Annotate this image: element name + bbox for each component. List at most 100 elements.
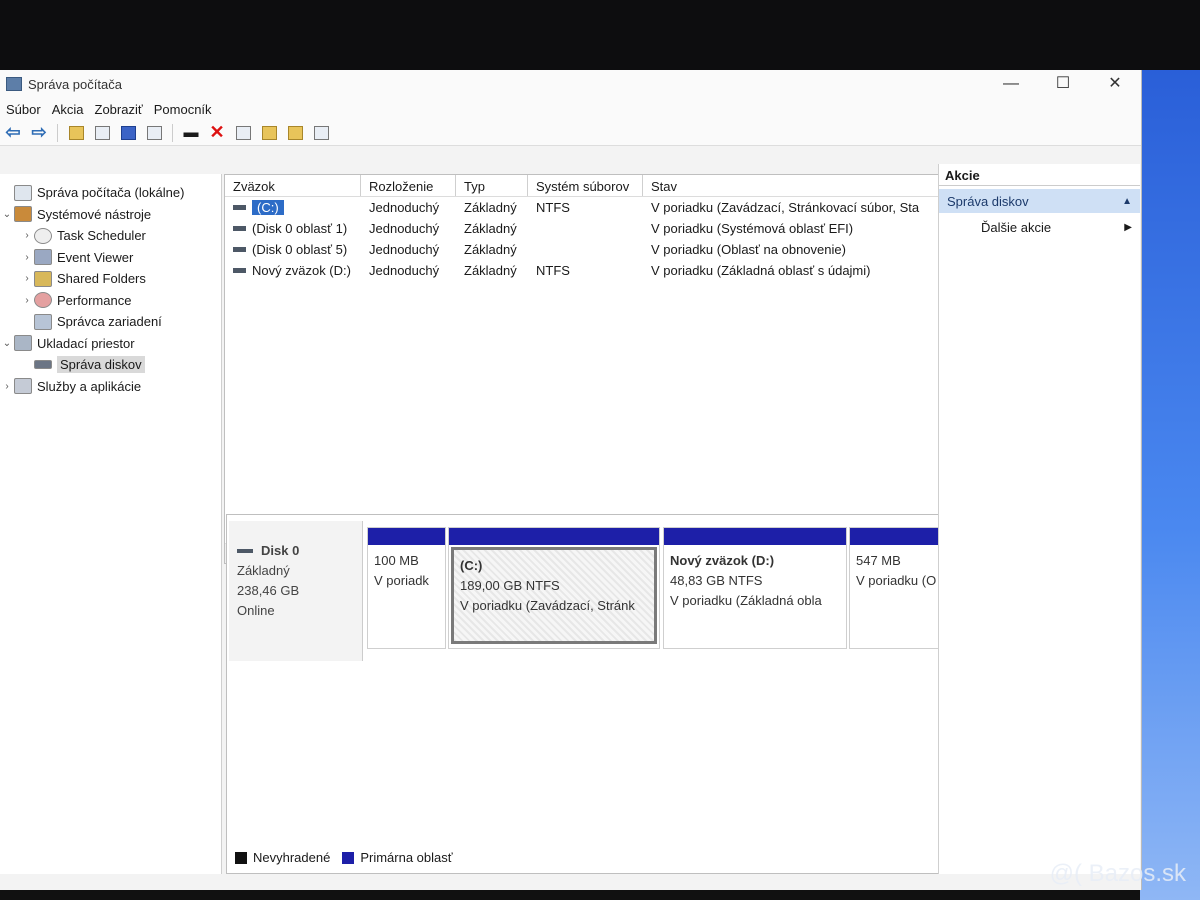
cell-type: Základný: [464, 242, 517, 257]
tree-item-label: Správca zariadení: [57, 314, 162, 330]
disk-size: 238,46 GB: [237, 583, 300, 598]
menu-help[interactable]: Pomocník: [152, 102, 221, 117]
volume-icon: [233, 205, 246, 210]
table-row[interactable]: (C:) Jednoduchý Základný NTFS V poriadku…: [225, 197, 951, 218]
column-header-layout[interactable]: Rozloženie: [361, 175, 456, 196]
partition-size: 100 MB: [374, 553, 419, 568]
console-tree: Správa počítača (lokálne) ⌄ Systémové ná…: [0, 174, 222, 874]
volume-icon: [233, 268, 246, 273]
partition-d[interactable]: Nový zväzok (D:) 48,83 GB NTFS V poriadk…: [663, 527, 847, 649]
partition-header-bar: [664, 528, 846, 545]
volume-icon: [233, 247, 246, 252]
back-arrow-icon[interactable]: ⇦: [2, 122, 24, 143]
search-folder-icon[interactable]: [284, 123, 306, 143]
cell-file-system: NTFS: [536, 200, 570, 215]
column-header-volume[interactable]: Zväzok: [225, 175, 361, 196]
table-row[interactable]: (Disk 0 oblasť 5) Jednoduchý Základný V …: [225, 239, 951, 260]
menu-bar: Súbor Akcia Zobraziť Pomocník: [0, 98, 1141, 120]
tree-item-label: Shared Folders: [57, 271, 146, 287]
tree-item-label: Event Viewer: [57, 249, 134, 265]
disk-management-icon: [34, 360, 52, 370]
tree-item-label: Správa počítača (lokálne): [37, 185, 185, 201]
tree-item-device-manager[interactable]: Správca zariadení: [0, 311, 221, 333]
more-actions-item[interactable]: Ďalšie akcie ▶: [939, 213, 1140, 241]
menu-file[interactable]: Súbor: [4, 102, 50, 117]
delete-icon[interactable]: ✕: [206, 122, 228, 143]
cell-layout: Jednoduchý: [369, 221, 440, 236]
tree-item-label: Ukladací priestor: [37, 335, 135, 351]
help-icon[interactable]: [117, 123, 139, 143]
system-tools-icon: [14, 206, 32, 223]
tree-item-storage[interactable]: ⌄ Ukladací priestor: [0, 333, 221, 355]
legend: Nevyhradené Primárna oblasť: [235, 850, 453, 865]
storage-icon: [14, 335, 32, 352]
actions-section-label: Správa diskov: [947, 193, 1029, 209]
export-icon[interactable]: [310, 123, 332, 143]
tree-item-system-tools[interactable]: ⌄ Systémové nástroje: [0, 204, 221, 226]
disk-icon[interactable]: ▬: [180, 123, 202, 143]
close-button[interactable]: ✕: [1089, 70, 1141, 98]
tree-item-task-scheduler[interactable]: › Task Scheduler: [0, 225, 221, 247]
partition-status: V poriadku (Zavádzací, Stránk: [460, 598, 635, 613]
device-manager-icon: [34, 313, 52, 330]
cell-status: V poriadku (Zavádzací, Stránkovací súbor…: [651, 200, 920, 215]
table-row[interactable]: (Disk 0 oblasť 1) Jednoduchý Základný V …: [225, 218, 951, 239]
tree-item-shared-folders[interactable]: › Shared Folders: [0, 268, 221, 290]
menu-action[interactable]: Akcia: [50, 102, 93, 117]
task-scheduler-icon: [34, 227, 52, 244]
forward-arrow-icon[interactable]: ⇨: [28, 122, 50, 143]
disk-map: Disk 0 Základný 238,46 GB Online 100 MB …: [226, 514, 978, 874]
disk-status: Online: [237, 603, 275, 618]
legend-label-primary: Primárna oblasť: [360, 850, 453, 865]
chevron-right-icon[interactable]: ›: [20, 295, 34, 306]
partition-name: Nový zväzok (D:): [670, 553, 775, 568]
column-header-status[interactable]: Stav: [643, 175, 951, 196]
folder-up-icon[interactable]: [65, 123, 87, 143]
toolbar-separator: [57, 123, 58, 142]
services-icon: [14, 378, 32, 395]
disk-info[interactable]: Disk 0 Základný 238,46 GB Online: [229, 521, 363, 661]
tree-item-label: Systémové nástroje: [37, 206, 152, 222]
refresh-icon[interactable]: [232, 123, 254, 143]
tree-item-computer-management[interactable]: Správa počítača (lokálne): [0, 182, 221, 204]
up-folder-icon[interactable]: [258, 123, 280, 143]
toolbar: ⇦ ⇨ ▬ ✕: [0, 120, 1141, 146]
maximize-button[interactable]: ☐: [1037, 70, 1089, 98]
volume-list-header: Zväzok Rozloženie Typ Systém súborov Sta…: [225, 175, 951, 197]
table-row[interactable]: Nový zväzok (D:) Jednoduchý Základný NTF…: [225, 260, 951, 281]
tree-item-performance[interactable]: › Performance: [0, 290, 221, 312]
console-tree-icon[interactable]: [91, 123, 113, 143]
partition-size: 189,00 GB NTFS: [460, 578, 560, 593]
cell-file-system: NTFS: [536, 263, 570, 278]
computer-management-icon: [6, 77, 22, 91]
actions-section-disk-management[interactable]: Správa diskov ▲: [939, 189, 1140, 213]
tree-item-disk-management[interactable]: Správa diskov: [0, 354, 221, 376]
menu-view[interactable]: Zobraziť: [93, 102, 152, 117]
chevron-down-icon[interactable]: ⌄: [0, 338, 14, 349]
tree-item-event-viewer[interactable]: › Event Viewer: [0, 247, 221, 269]
computer-management-icon: [14, 184, 32, 201]
volume-icon: [233, 226, 246, 231]
tree-item-label: Performance: [57, 292, 132, 308]
screen-bezel: [0, 0, 1200, 72]
partition-size: 547 MB: [856, 553, 901, 568]
collapse-caret-icon[interactable]: ▲: [1122, 196, 1132, 207]
tree-item-services[interactable]: › Služby a aplikácie: [0, 376, 221, 398]
chevron-right-icon[interactable]: ›: [20, 273, 34, 284]
chevron-right-icon[interactable]: ›: [20, 252, 34, 263]
chevron-down-icon[interactable]: ⌄: [0, 209, 14, 220]
minimize-button[interactable]: —: [985, 70, 1037, 98]
properties-icon[interactable]: [143, 123, 165, 143]
chevron-right-icon[interactable]: ›: [0, 381, 14, 392]
partition-status: V poriadku (Základná obla: [670, 593, 822, 608]
partition-status: V poriadku (O: [856, 573, 937, 588]
partition-efi[interactable]: 100 MB V poriadk: [367, 527, 446, 649]
chevron-right-icon[interactable]: ›: [20, 230, 34, 241]
column-header-type[interactable]: Typ: [456, 175, 528, 196]
cell-type: Základný: [464, 221, 517, 236]
computer-management-window: Správa počítača — ☐ ✕ Súbor Akcia Zobraz…: [0, 70, 1142, 890]
volume-name: (C:): [252, 200, 284, 215]
actions-title: Akcie: [939, 164, 1140, 186]
column-header-file-system[interactable]: Systém súborov: [528, 175, 643, 196]
partition-c[interactable]: (C:) 189,00 GB NTFS V poriadku (Zavádzac…: [448, 527, 660, 649]
